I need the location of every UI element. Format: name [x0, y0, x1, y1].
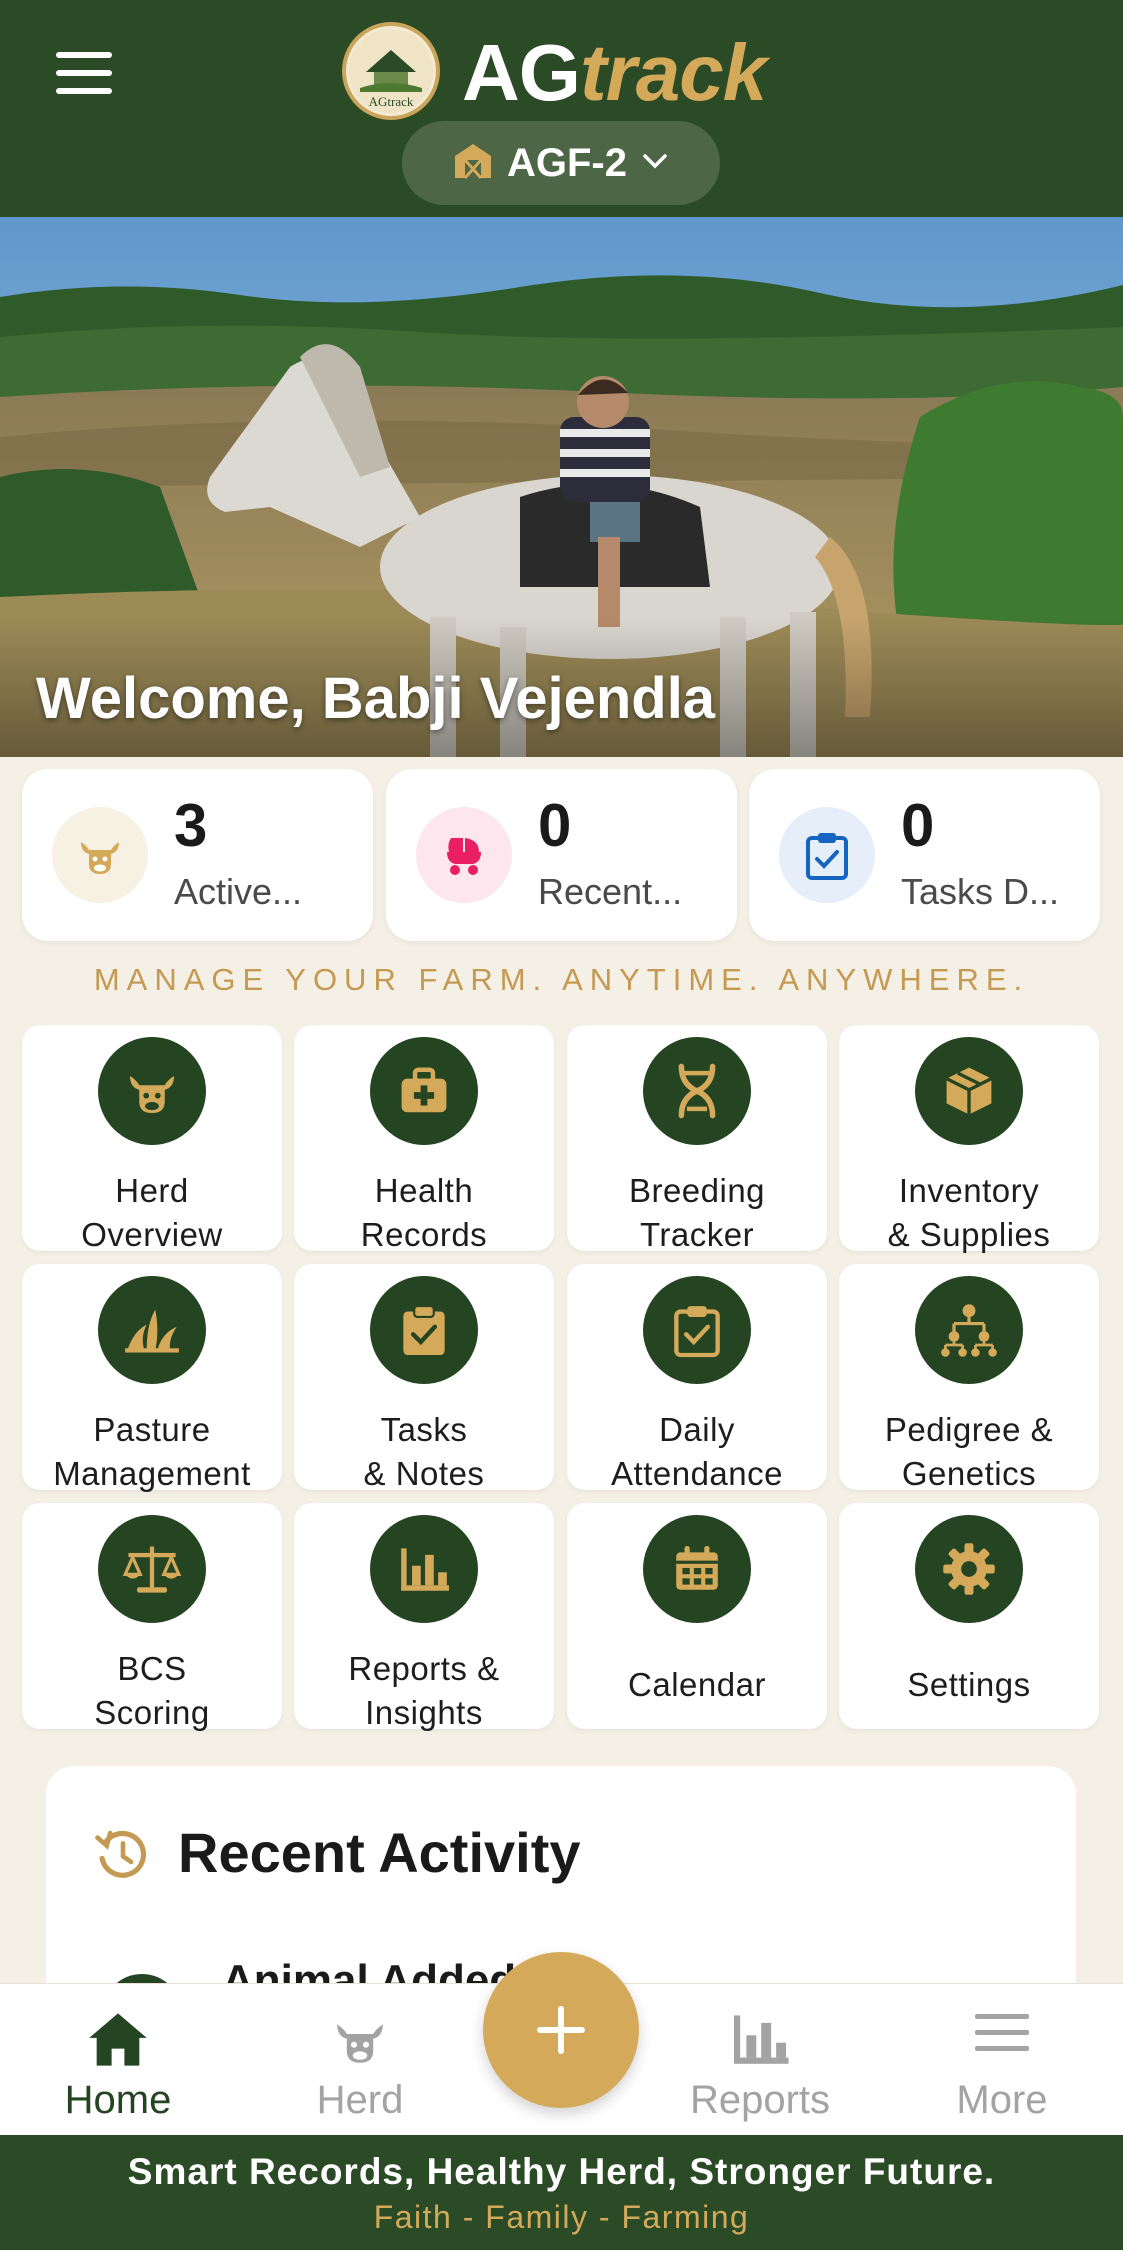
hero-banner: Welcome, Babji Vejendla: [0, 217, 1123, 757]
welcome-heading: Welcome, Babji Vejendla: [36, 666, 716, 731]
footer-banner: Smart Records, Healthy Herd, Stronger Fu…: [0, 2135, 1123, 2250]
stat-card-tasks[interactable]: 0 Tasks D...: [749, 769, 1100, 941]
app-brand: AGtrack: [462, 28, 767, 118]
nav-label: Home: [64, 2078, 172, 2122]
tile-bcs-scoring[interactable]: BCS Scoring: [22, 1503, 282, 1731]
tile-herd-overview[interactable]: Herd Overview: [22, 1025, 282, 1253]
nav-herd[interactable]: Herd: [270, 1984, 450, 2136]
tile-reports-insights[interactable]: Reports & Insights: [294, 1503, 554, 1731]
nav-label: More: [956, 2078, 1048, 2122]
recent-activity-title: Recent Activity: [178, 1821, 581, 1884]
bar-chart-icon: [670, 2010, 850, 2068]
tile-label: Tasks & Notes: [363, 1411, 485, 1492]
stat-value: 3: [174, 792, 208, 859]
plus-icon: [537, 2006, 585, 2054]
app-header: AGtrack AGtrack AGF-2: [0, 0, 1123, 217]
nav-label: Reports: [689, 2078, 831, 2122]
tile-daily-attendance[interactable]: Daily Attendance: [567, 1264, 827, 1492]
farm-selector[interactable]: AGF-2: [402, 121, 720, 205]
tile-pasture-management[interactable]: Pasture Management: [22, 1264, 282, 1492]
barn-icon: [453, 142, 493, 185]
gear-icon: [915, 1515, 1023, 1623]
tile-breeding-tracker[interactable]: Breeding Tracker: [567, 1025, 827, 1253]
clipboard-check-icon: [370, 1276, 478, 1384]
tile-label: Health Records: [360, 1172, 488, 1253]
history-icon: [94, 1826, 152, 1889]
tile-label: Pedigree & Genetics: [884, 1411, 1054, 1492]
stat-label: Recent...: [538, 871, 683, 912]
tagline: MANAGE YOUR FARM. ANYTIME. ANYWHERE.: [93, 962, 1030, 997]
bar-chart-icon: [370, 1515, 478, 1623]
chevron-down-icon: [641, 151, 669, 176]
tile-label: BCS Scoring: [94, 1650, 210, 1731]
nav-reports[interactable]: Reports: [670, 1984, 850, 2136]
menu-icon: [912, 2010, 1092, 2056]
calendar-icon: [643, 1515, 751, 1623]
tile-label: Inventory & Supplies: [887, 1172, 1051, 1253]
footer-slogan: Smart Records, Healthy Herd, Stronger Fu…: [127, 2151, 996, 2192]
cow-icon: [52, 807, 148, 903]
nav-more[interactable]: More: [912, 1984, 1092, 2136]
stat-value: 0: [538, 792, 572, 859]
brand-primary: AG: [462, 28, 581, 117]
brand-accent: track: [580, 28, 767, 117]
stat-value: 0: [901, 792, 935, 859]
stat-label: Active...: [174, 871, 303, 912]
clipboard-check-icon: [643, 1276, 751, 1384]
tile-tasks-notes[interactable]: Tasks & Notes: [294, 1264, 554, 1492]
tile-label: Reports & Insights: [348, 1650, 500, 1731]
tile-settings[interactable]: Settings: [839, 1503, 1099, 1729]
tile-label: Breeding Tracker: [628, 1172, 766, 1253]
medical-bag-icon: [370, 1037, 478, 1145]
stat-card-recent[interactable]: 0 Recent...: [386, 769, 737, 941]
tile-label: Herd Overview: [81, 1172, 223, 1253]
clipboard-check-icon: [779, 807, 875, 903]
tile-label: Daily Attendance: [611, 1411, 783, 1492]
logo-icon: AGtrack: [342, 22, 440, 120]
nav-label: Herd: [316, 2078, 404, 2122]
tile-label: Pasture Management: [53, 1411, 251, 1492]
dna-icon: [643, 1037, 751, 1145]
cow-icon: [270, 2010, 450, 2070]
tile-label: Calendar: [628, 1666, 766, 1703]
grass-icon: [98, 1276, 206, 1384]
add-button[interactable]: [483, 1952, 639, 2108]
nav-home[interactable]: Home: [28, 1984, 208, 2136]
stroller-icon: [416, 807, 512, 903]
scale-icon: [98, 1515, 206, 1623]
farm-selector-label: AGF-2: [507, 140, 627, 185]
tile-label: Settings: [907, 1666, 1031, 1703]
stat-label: Tasks D...: [901, 871, 1060, 912]
home-icon: [28, 2010, 208, 2068]
tile-health-records[interactable]: Health Records: [294, 1025, 554, 1253]
footer-motto: Faith - Family - Farming: [373, 2199, 750, 2235]
tile-calendar[interactable]: Calendar: [567, 1503, 827, 1729]
tile-inventory-supplies[interactable]: Inventory & Supplies: [839, 1025, 1099, 1253]
tile-pedigree-genetics[interactable]: Pedigree & Genetics: [839, 1264, 1099, 1492]
box-icon: [915, 1037, 1023, 1145]
family-tree-icon: [915, 1276, 1023, 1384]
hamburger-menu-button[interactable]: [52, 48, 118, 98]
svg-text:AGtrack: AGtrack: [369, 94, 414, 109]
stat-card-active[interactable]: 3 Active...: [22, 769, 373, 941]
cow-icon: [98, 1037, 206, 1145]
